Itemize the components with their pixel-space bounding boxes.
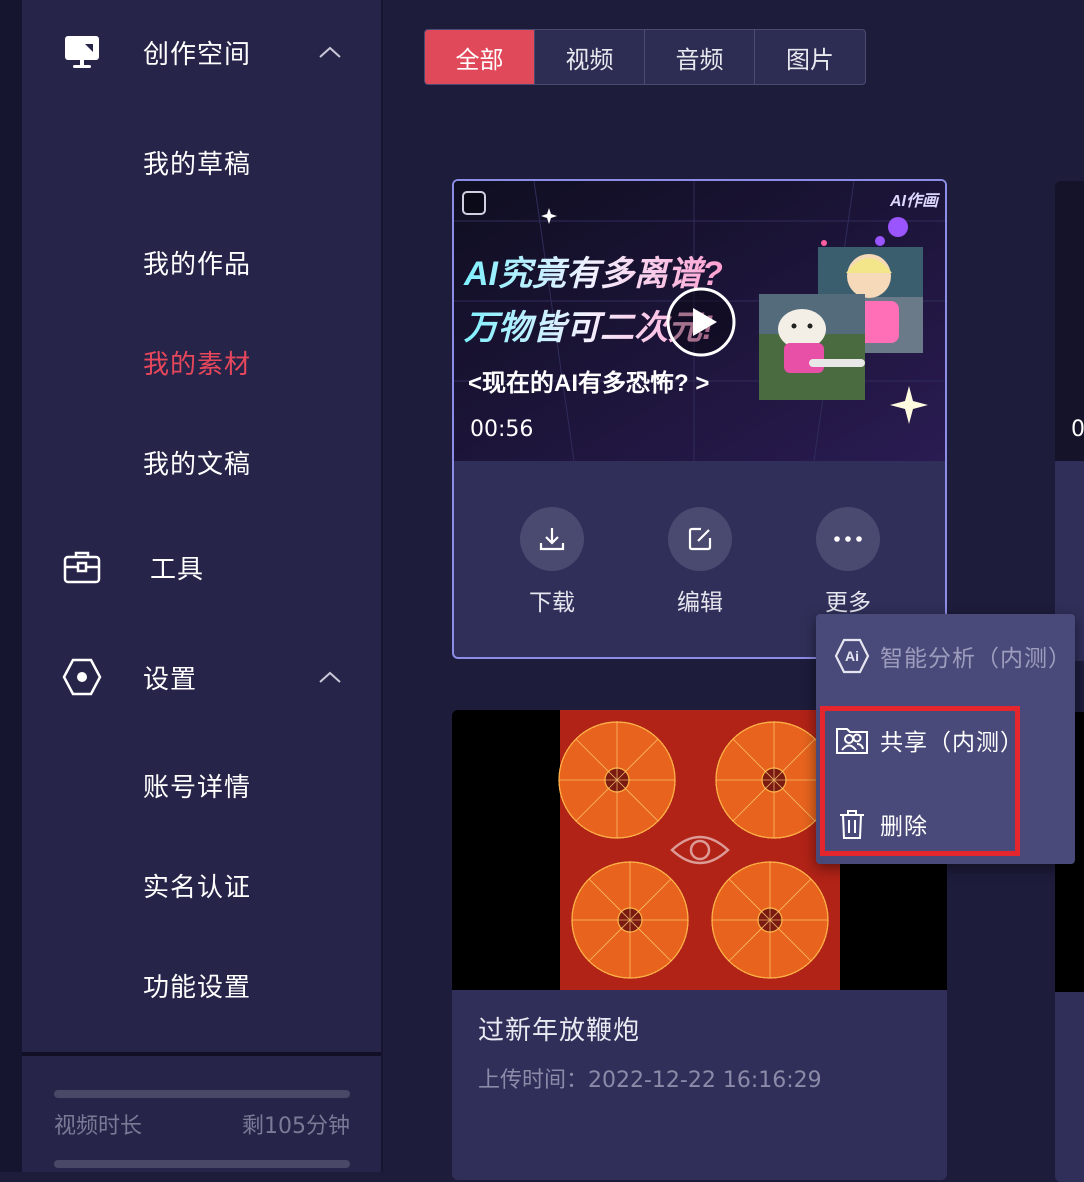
sidebar-item-my-works[interactable]: 我的作品: [22, 240, 381, 284]
sidebar-item-settings[interactable]: 设置: [22, 655, 381, 699]
sidebar-item-account-details[interactable]: 账号详情: [22, 763, 381, 807]
select-checkbox[interactable]: [462, 191, 486, 215]
more-dots-icon: [816, 507, 880, 571]
chevron-up-icon[interactable]: [318, 669, 342, 685]
sidebar-item-real-name-auth[interactable]: 实名认证: [22, 863, 381, 907]
sidebar-item-tools[interactable]: 工具: [22, 545, 381, 589]
tab-audio[interactable]: 音频: [645, 30, 755, 84]
download-icon: [520, 507, 584, 571]
preview-eye-icon[interactable]: [668, 830, 732, 870]
more-button[interactable]: 更多: [816, 507, 880, 617]
sidebar-item-label: 我的文稿: [143, 449, 252, 480]
quota-label: 视频时长: [54, 1114, 143, 1139]
more-menu: Ai 智能分析（内测） 共享（内测） 删除: [816, 614, 1075, 864]
sidebar: 创作空间 我的草稿 我的作品 我的素材 我的文稿 工具 设置 账号详情 实名认证…: [22, 0, 383, 1172]
thumb-line-3: <现在的AI有多恐怖? >: [468, 369, 709, 397]
sidebar-item-label: 我的素材: [143, 349, 252, 380]
video-thumbnail[interactable]: AI究竟有多离谱? 万物皆可二次元! <现在的AI有多恐怖? > AI作画 00…: [454, 181, 945, 461]
thumb-logo: AI作画: [889, 192, 941, 210]
monitor-icon: [60, 30, 104, 74]
quota-progress-bar: [54, 1090, 350, 1098]
svg-text:Ai: Ai: [845, 648, 859, 664]
tab-all[interactable]: 全部: [425, 30, 535, 84]
material-card[interactable]: AI究竟有多离谱? 万物皆可二次元! <现在的AI有多恐怖? > AI作画 00…: [452, 179, 947, 659]
video-duration: 00:56: [470, 417, 534, 442]
sidebar-item-my-materials[interactable]: 我的素材: [22, 340, 381, 384]
tab-video[interactable]: 视频: [535, 30, 645, 84]
download-button[interactable]: 下载: [520, 507, 584, 617]
upload-time: 上传时间：2022-12-22 16:16:29: [478, 1068, 822, 1093]
edit-button[interactable]: 编辑: [668, 507, 732, 617]
sidebar-item-label: 账号详情: [143, 772, 252, 803]
play-icon[interactable]: [665, 286, 737, 358]
sidebar-item-label: 功能设置: [143, 972, 252, 1003]
menu-item-label: 智能分析（内测）: [880, 646, 1072, 672]
toolbox-icon: [60, 545, 104, 589]
sidebar-item-feature-settings[interactable]: 功能设置: [22, 963, 381, 1007]
chevron-up-icon[interactable]: [318, 44, 342, 60]
edit-label: 编辑: [677, 590, 723, 616]
quota-value: 剩105分钟: [242, 1114, 350, 1139]
settings-hexagon-icon: [60, 655, 104, 699]
ai-hexagon-icon: Ai: [834, 638, 870, 674]
edit-icon: [668, 507, 732, 571]
more-label: 更多: [825, 590, 871, 616]
sidebar-item-label: 工具: [150, 554, 205, 585]
divider: [22, 1052, 381, 1056]
sidebar-item-label: 我的作品: [143, 249, 252, 280]
sidebar-item-label: 我的草稿: [143, 149, 252, 180]
highlight-box: [820, 706, 1020, 856]
sidebar-item-creation-space[interactable]: 创作空间: [22, 30, 381, 74]
sidebar-item-my-documents[interactable]: 我的文稿: [22, 440, 381, 484]
video-duration-partial: 0: [1071, 417, 1084, 442]
quota-progress-bar-2: [54, 1160, 350, 1168]
sidebar-item-label: 设置: [143, 664, 198, 695]
filter-tabs: 全部 视频 音频 图片: [424, 29, 866, 85]
material-card-partial[interactable]: 0: [1055, 181, 1084, 661]
sidebar-item-label: 创作空间: [143, 39, 252, 70]
sidebar-item-label: 实名认证: [143, 872, 252, 903]
window-edge: [0, 0, 22, 1172]
menu-item-smart-analysis[interactable]: Ai 智能分析（内测）: [816, 626, 1075, 686]
tab-image[interactable]: 图片: [755, 30, 865, 84]
sidebar-item-my-drafts[interactable]: 我的草稿: [22, 140, 381, 184]
card-title: 过新年放鞭炮: [478, 1016, 641, 1046]
download-label: 下载: [529, 590, 575, 616]
